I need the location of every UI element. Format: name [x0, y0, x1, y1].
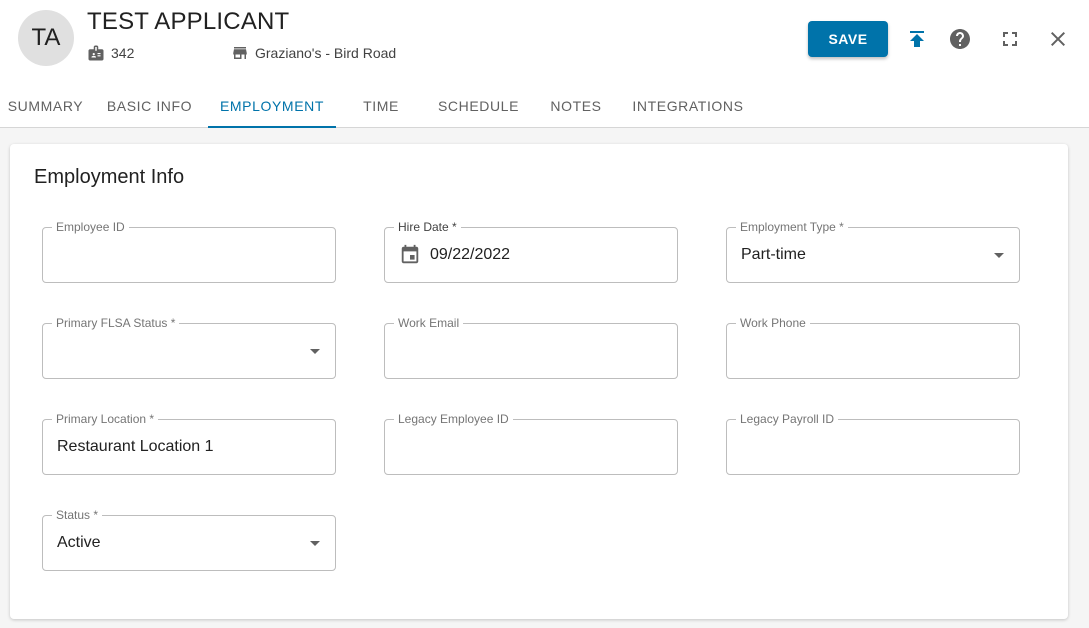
tab-employment[interactable]: EMPLOYMENT: [208, 84, 336, 128]
tab-notes[interactable]: NOTES: [531, 84, 621, 128]
help-button[interactable]: [946, 25, 974, 53]
field-label: Employee ID: [52, 220, 129, 234]
publish-button[interactable]: [903, 25, 931, 53]
tab-basic-info[interactable]: BASIC INFO: [91, 84, 208, 128]
field-value: Restaurant Location 1: [57, 438, 214, 455]
app-header: TA TEST APPLICANT 342 Graziano's - Bird …: [0, 0, 1089, 128]
location-name: Graziano's - Bird Road: [255, 45, 397, 61]
field-label: Status *: [52, 508, 103, 522]
calendar-icon[interactable]: [399, 244, 421, 266]
field-label: Legacy Payroll ID: [736, 412, 839, 426]
tab-time[interactable]: TIME: [336, 84, 426, 128]
dropdown-arrow-icon: [310, 349, 320, 354]
badge-icon: [88, 45, 104, 61]
primary-location-field[interactable]: Primary Location * Restaurant Location 1: [42, 412, 336, 475]
field-label: Legacy Employee ID: [394, 412, 513, 426]
avatar: TA: [18, 10, 74, 66]
employment-type-select[interactable]: Employment Type * Part-time: [726, 220, 1020, 283]
dropdown-arrow-icon: [310, 541, 320, 546]
tab-bar: SUMMARY BASIC INFO EMPLOYMENT TIME SCHED…: [0, 84, 755, 128]
dropdown-arrow-icon: [994, 253, 1004, 258]
employment-info-card: Employment Info Employee ID Hire Date * …: [10, 144, 1068, 619]
field-label: Hire Date *: [394, 220, 461, 234]
fullscreen-icon: [1003, 32, 1017, 46]
field-label: Work Phone: [736, 316, 810, 330]
field-value: 09/22/2022: [430, 246, 511, 263]
help-icon: [950, 29, 970, 49]
close-button[interactable]: [1044, 25, 1072, 53]
publish-icon: [910, 31, 924, 47]
field-label: Primary FLSA Status *: [52, 316, 180, 330]
fullscreen-button[interactable]: [996, 25, 1024, 53]
employee-id-field[interactable]: Employee ID: [42, 220, 336, 283]
legacy-employee-id-field[interactable]: Legacy Employee ID: [384, 412, 678, 475]
legacy-payroll-id-field[interactable]: Legacy Payroll ID: [726, 412, 1020, 475]
employee-number-meta: 342: [87, 44, 134, 62]
tab-schedule[interactable]: SCHEDULE: [426, 84, 531, 128]
status-select[interactable]: Status * Active: [42, 508, 336, 571]
work-email-field[interactable]: Work Email: [384, 316, 678, 379]
employee-number: 342: [111, 45, 135, 61]
tab-summary[interactable]: SUMMARY: [0, 84, 91, 128]
location-meta: Graziano's - Bird Road: [231, 44, 396, 62]
close-icon: [1051, 32, 1065, 46]
field-value: Part-time: [741, 246, 806, 263]
store-icon: [233, 47, 247, 59]
primary-flsa-status-select[interactable]: Primary FLSA Status *: [42, 316, 336, 379]
field-value: Active: [57, 534, 101, 551]
field-label: Primary Location *: [52, 412, 159, 426]
save-button[interactable]: SAVE: [808, 21, 888, 57]
field-label: Work Email: [394, 316, 464, 330]
tab-integrations[interactable]: INTEGRATIONS: [621, 84, 755, 128]
page-title: TEST APPLICANT: [87, 8, 290, 35]
hire-date-field[interactable]: Hire Date * 09/22/2022: [384, 220, 678, 283]
field-label: Employment Type *: [736, 220, 848, 234]
work-phone-field[interactable]: Work Phone: [726, 316, 1020, 379]
section-title: Employment Info: [34, 166, 185, 188]
